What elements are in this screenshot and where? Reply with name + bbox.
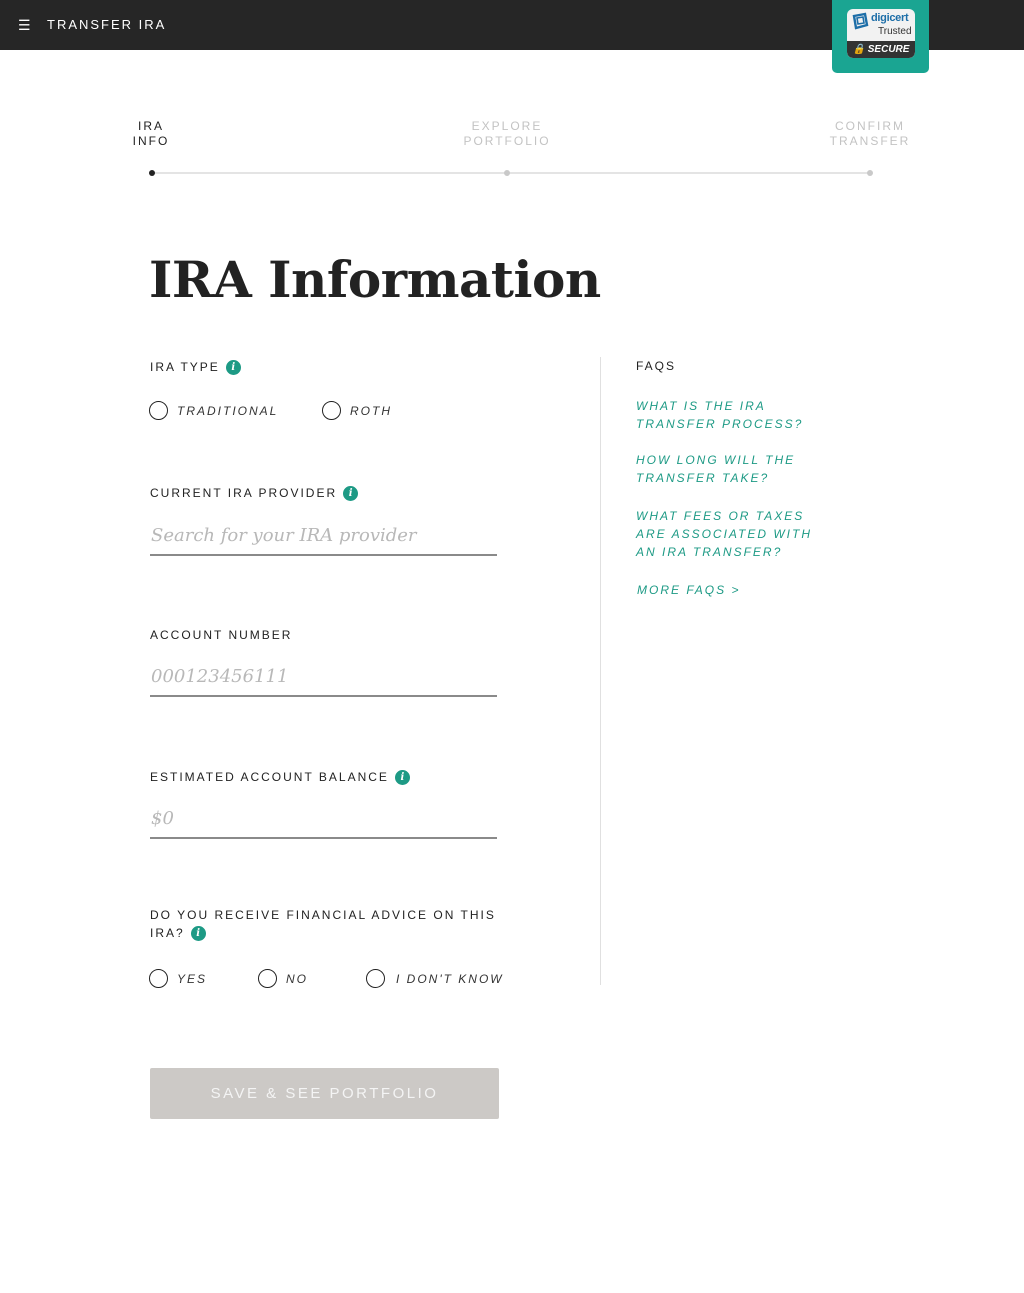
more-faqs-link[interactable]: MORE FAQS > [637,581,877,599]
info-icon[interactable]: i [343,486,359,502]
badge-secure-text: SECURE [867,44,910,55]
step-label-line: CONFIRM [835,119,905,133]
radio-traditional[interactable]: TRADITIONAL [149,401,278,420]
faq-link[interactable]: WHAT FEES OR TAXES ARE ASSOCIATED WITH A… [636,507,836,561]
badge-brand-text: digicert [871,12,909,24]
radio-label: TRADITIONAL [177,403,279,418]
balance-label-text: ESTIMATED ACCOUNT BALANCE [150,770,389,784]
step-dot [867,170,873,176]
radio-label: NO [286,971,308,986]
balance-input[interactable] [150,799,497,839]
radio-label: I DON'T KNOW [396,971,504,986]
radio-circle[interactable] [258,969,277,988]
step-ira-info[interactable]: IRA INFO [96,119,206,149]
step-label-line: TRANSFER [829,134,911,148]
provider-label: CURRENT IRA PROVIDER i [150,484,359,502]
advice-label: DO YOU RECEIVE FINANCIAL ADVICE ON THIS … [150,906,496,942]
step-confirm-transfer[interactable]: CONFIRM TRANSFER [815,119,925,149]
column-divider [600,357,601,985]
step-dot [504,170,510,176]
faq-heading: FAQS [636,359,677,373]
info-icon[interactable]: i [394,770,410,786]
provider-search-input[interactable] [150,516,497,556]
badge-secure-strip: 🔒 SECURE [847,41,915,58]
account-number-label: ACCOUNT NUMBER [150,628,293,642]
step-label-line: INFO [132,134,170,148]
step-label-line: PORTFOLIO [463,134,551,148]
step-dot-active [149,170,155,176]
radio-dont-know[interactable]: I DON'T KNOW [366,969,504,988]
hamburger-menu-icon[interactable]: ☰ [18,14,32,34]
radio-label: ROTH [350,403,392,418]
radio-circle[interactable] [366,969,385,988]
account-number-input[interactable] [150,657,497,697]
radio-no[interactable]: NO [258,969,308,988]
step-label-line: EXPLORE [471,119,543,133]
radio-label: YES [177,971,208,986]
balance-label: ESTIMATED ACCOUNT BALANCE i [150,768,410,786]
save-see-portfolio-button[interactable]: SAVE & SEE PORTFOLIO [150,1068,499,1119]
top-nav-bar: ☰ TRANSFER IRA digicert Trusted 🔒 SECURE [0,0,1024,73]
provider-label-text: CURRENT IRA PROVIDER [150,486,338,500]
faq-link[interactable]: HOW LONG WILL THE TRANSFER TAKE? [636,451,871,487]
digicert-secure-badge[interactable]: digicert Trusted 🔒 SECURE [832,0,929,73]
info-icon[interactable]: i [190,926,206,942]
advice-label-line: IRA? [150,926,185,940]
ira-type-label-text: IRA TYPE [150,360,220,374]
step-explore-portfolio[interactable]: EXPLORE PORTFOLIO [452,119,562,149]
stepper-track [507,172,870,174]
radio-yes[interactable]: YES [149,969,207,988]
badge-seal: digicert Trusted 🔒 SECURE [847,9,915,58]
faq-link[interactable]: WHAT IS THE IRA TRANSFER PROCESS? [636,397,851,433]
radio-circle[interactable] [149,401,168,420]
step-label-line: IRA [137,119,164,133]
radio-circle[interactable] [149,969,168,988]
radio-roth[interactable]: ROTH [322,401,392,420]
ira-type-label: IRA TYPE i [150,358,241,376]
app-title: TRANSFER IRA [47,17,167,32]
stepper-track [152,172,507,174]
info-icon[interactable]: i [225,360,241,376]
digicert-logo-icon [852,12,869,30]
radio-circle[interactable] [322,401,341,420]
advice-label-line: DO YOU RECEIVE FINANCIAL ADVICE ON THIS [150,908,496,922]
badge-trusted-text: Trusted [878,26,912,37]
page-title: IRA Information [149,250,601,309]
